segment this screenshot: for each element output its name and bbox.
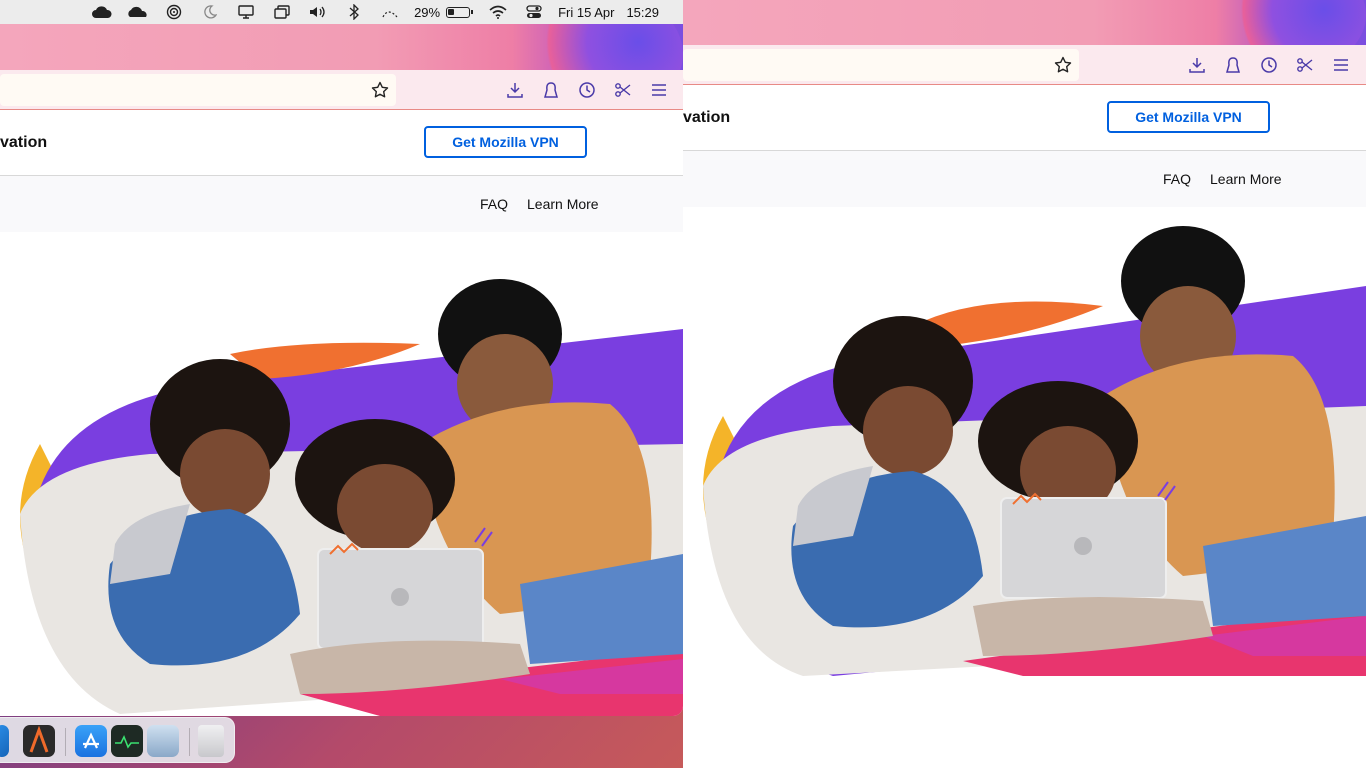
tab-strip	[683, 0, 1366, 70]
screen: 29% Fri 15 Apr 15:29 vation Get Mozilla …	[0, 0, 1366, 768]
history-icon[interactable]	[575, 78, 599, 102]
menu-date[interactable]: Fri 15 Apr	[552, 5, 620, 20]
cloudflare-icon[interactable]	[120, 0, 156, 24]
browser-window: vation Get Mozilla VPN FAQ Learn More	[0, 24, 683, 716]
right-browser-window: vation Get Mozilla VPN FAQ Learn More	[683, 0, 1366, 768]
left-desktop: 29% Fri 15 Apr 15:29 vation Get Mozilla …	[0, 0, 683, 768]
battery-percent: 29%	[414, 4, 441, 20]
dock-separator	[189, 728, 190, 756]
bluetooth-icon[interactable]	[336, 0, 372, 24]
url-bar[interactable]	[683, 49, 1079, 81]
volume-icon[interactable]	[300, 0, 336, 24]
url-bar[interactable]	[0, 74, 396, 106]
site-header: vation Get Mozilla VPN	[683, 85, 1366, 151]
menu-time[interactable]: 15:29	[620, 5, 665, 20]
history-icon[interactable]	[1257, 53, 1281, 77]
cloud-icon[interactable]	[84, 0, 120, 24]
learn-more-link[interactable]: Learn More	[527, 196, 599, 212]
app-store-icon[interactable]	[75, 725, 107, 757]
get-vpn-button[interactable]: Get Mozilla VPN	[1107, 101, 1270, 133]
vscode-icon[interactable]	[0, 725, 9, 757]
wifi-icon[interactable]	[480, 0, 516, 24]
activity-icon[interactable]	[372, 0, 408, 24]
menu-bar: 29% Fri 15 Apr 15:29	[0, 0, 683, 24]
menu-icon[interactable]	[1329, 53, 1353, 77]
hero-image	[0, 254, 683, 716]
learn-more-link[interactable]: Learn More	[1210, 171, 1282, 187]
display-icon[interactable]	[228, 0, 264, 24]
sub-nav: FAQ Learn More	[683, 151, 1366, 207]
window-icon[interactable]	[264, 0, 300, 24]
menu-icon[interactable]	[647, 78, 671, 102]
trash-icon[interactable]	[198, 725, 224, 757]
tab-strip	[0, 24, 683, 114]
faq-link[interactable]: FAQ	[1163, 171, 1191, 187]
site-header: vation Get Mozilla VPN	[0, 110, 683, 176]
airdrop-icon[interactable]	[156, 0, 192, 24]
screenshot-icon[interactable]	[1293, 53, 1317, 77]
download-icon[interactable]	[1185, 53, 1209, 77]
control-center-icon[interactable]	[516, 0, 552, 24]
hero-image	[683, 206, 1366, 676]
account-icon[interactable]	[539, 78, 563, 102]
brand-title[interactable]: vation	[0, 134, 47, 152]
sub-nav: FAQ Learn More	[0, 176, 683, 232]
screenshot-icon[interactable]	[611, 78, 635, 102]
star-icon[interactable]	[368, 78, 392, 102]
alacritty-icon[interactable]	[23, 725, 55, 757]
star-icon[interactable]	[1051, 53, 1075, 77]
dock-separator	[65, 728, 66, 756]
toolbar	[0, 70, 683, 110]
preview-icon[interactable]	[147, 725, 179, 757]
download-icon[interactable]	[503, 78, 527, 102]
get-vpn-button[interactable]: Get Mozilla VPN	[424, 126, 587, 158]
moon-icon[interactable]	[192, 0, 228, 24]
dock	[0, 717, 235, 763]
battery-icon[interactable]	[446, 6, 474, 18]
account-icon[interactable]	[1221, 53, 1245, 77]
activity-monitor-icon[interactable]	[111, 725, 143, 757]
faq-link[interactable]: FAQ	[480, 196, 508, 212]
brand-title[interactable]: vation	[683, 109, 730, 127]
toolbar	[683, 45, 1366, 85]
